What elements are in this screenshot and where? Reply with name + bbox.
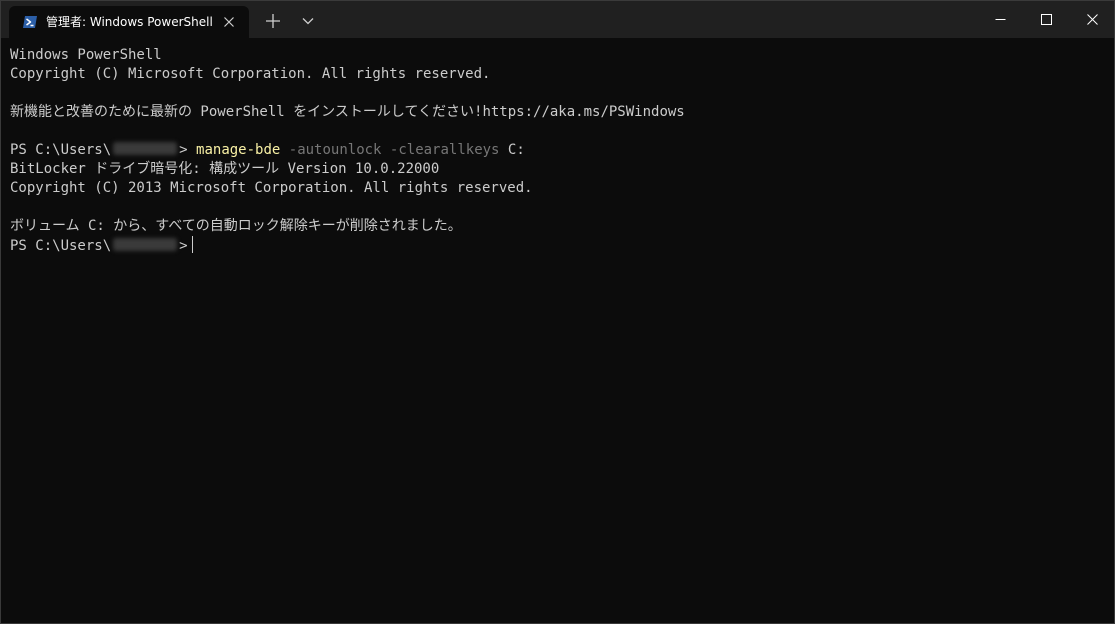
update-message: 新機能と改善のために最新の PowerShell をインストールしてください!h… [10, 104, 685, 120]
prompt-suffix: > [179, 142, 188, 158]
redacted-username [113, 142, 178, 155]
powershell-icon [22, 14, 38, 30]
tab-title: 管理者: Windows PowerShell [46, 15, 213, 29]
command-name: manage-bde [196, 142, 281, 158]
command-args: -autounlock -clearallkeys [288, 142, 500, 158]
redacted-username [113, 238, 178, 251]
banner-title: Windows PowerShell [10, 47, 162, 63]
minimize-icon[interactable] [977, 1, 1023, 38]
close-icon[interactable] [1069, 1, 1114, 38]
terminal-output[interactable]: Windows PowerShell Copyright (C) Microso… [10, 46, 1105, 616]
current-prompt[interactable]: PS C:\Users\ > [10, 236, 1105, 255]
banner-copyright: Copyright (C) Microsoft Corporation. All… [10, 66, 491, 82]
terminal-window: 管理者: Windows PowerShell Windows PowerShe… [0, 0, 1115, 624]
command-line: PS C:\Users\ > manage-bde -autounlock -cl… [10, 141, 1105, 160]
prompt-suffix: > [179, 238, 188, 254]
close-icon[interactable] [221, 14, 237, 30]
output-tool: BitLocker ドライブ暗号化: 構成ツール Version 10.0.22… [10, 161, 440, 177]
command-target: C: [507, 142, 525, 158]
title-bar[interactable]: 管理者: Windows PowerShell [1, 1, 1114, 38]
tab-powershell[interactable]: 管理者: Windows PowerShell [9, 6, 249, 38]
output-copyright: Copyright (C) 2013 Microsoft Corporation… [10, 180, 533, 196]
result-message: ボリューム C: から、すべての自動ロック解除キーが削除されました。 [10, 218, 462, 234]
plus-icon[interactable] [259, 7, 287, 35]
chevron-down-icon[interactable] [294, 7, 322, 35]
text-cursor [191, 236, 193, 253]
prompt-prefix: PS C:\Users\ [10, 142, 112, 158]
maximize-icon[interactable] [1023, 1, 1069, 38]
prompt-prefix: PS C:\Users\ [10, 238, 112, 254]
